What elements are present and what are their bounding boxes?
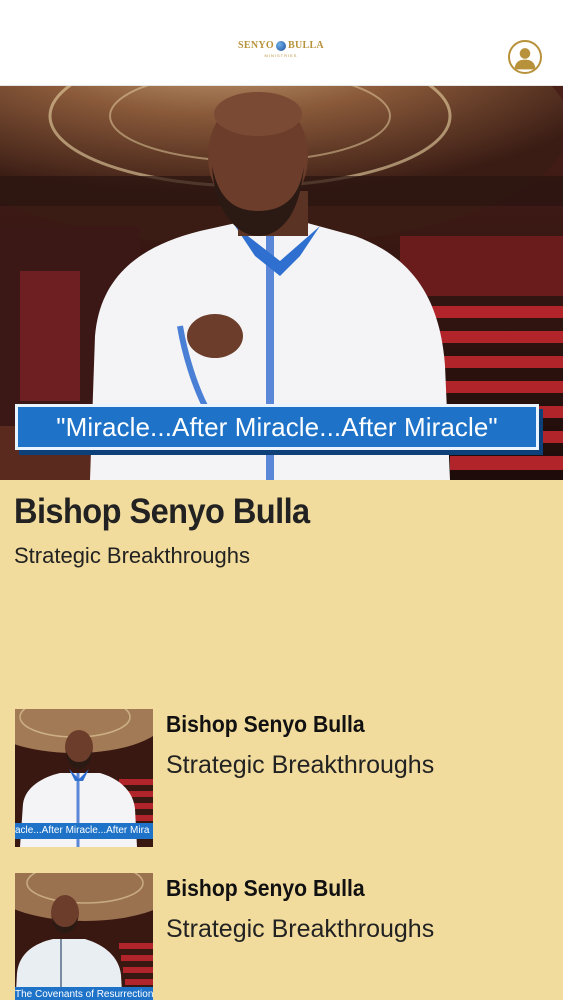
featured-title: Bishop Senyo Bulla: [14, 492, 310, 531]
logo-tagline: MINISTRIES: [264, 53, 298, 58]
list-item-title: Bishop Senyo Bulla: [166, 875, 365, 901]
featured-subtitle: Strategic Breakthroughs: [14, 543, 251, 568]
logo-word-left: SENYO: [238, 40, 274, 51]
globe-icon: [276, 40, 286, 51]
user-avatar-icon: [514, 48, 536, 70]
list-item-thumbnail-caption: acle...After Miracle...After Mira: [15, 823, 153, 839]
list-item-subtitle: Strategic Breakthroughs: [166, 915, 435, 943]
list-item-thumbnail: acle...After Miracle...After Mira: [15, 709, 153, 847]
logo-word-right: BULLA: [288, 40, 324, 51]
list-item[interactable]: The Covenants of Resurrection Bishop Sen…: [0, 873, 563, 1000]
list-item-thumbnail-caption: The Covenants of Resurrection: [15, 987, 153, 1000]
list-item-thumbnail: The Covenants of Resurrection: [15, 873, 153, 1000]
list-item[interactable]: acle...After Miracle...After Mira Bishop…: [0, 709, 563, 849]
list-item-subtitle: Strategic Breakthroughs: [166, 751, 435, 779]
featured-video[interactable]: "Miracle...After Miracle...After Miracle…: [0, 86, 563, 480]
list-item-title: Bishop Senyo Bulla: [166, 711, 365, 737]
list-item-thumbnail-image: [15, 873, 153, 1000]
profile-button[interactable]: [508, 40, 542, 74]
ministry-logo: SENYO BULLA MINISTRIES: [238, 40, 324, 72]
top-bar: SENYO BULLA MINISTRIES: [0, 0, 563, 86]
video-title-banner-text: "Miracle...After Miracle...After Miracle…: [56, 411, 498, 442]
video-title-banner: "Miracle...After Miracle...After Miracle…: [15, 404, 539, 450]
